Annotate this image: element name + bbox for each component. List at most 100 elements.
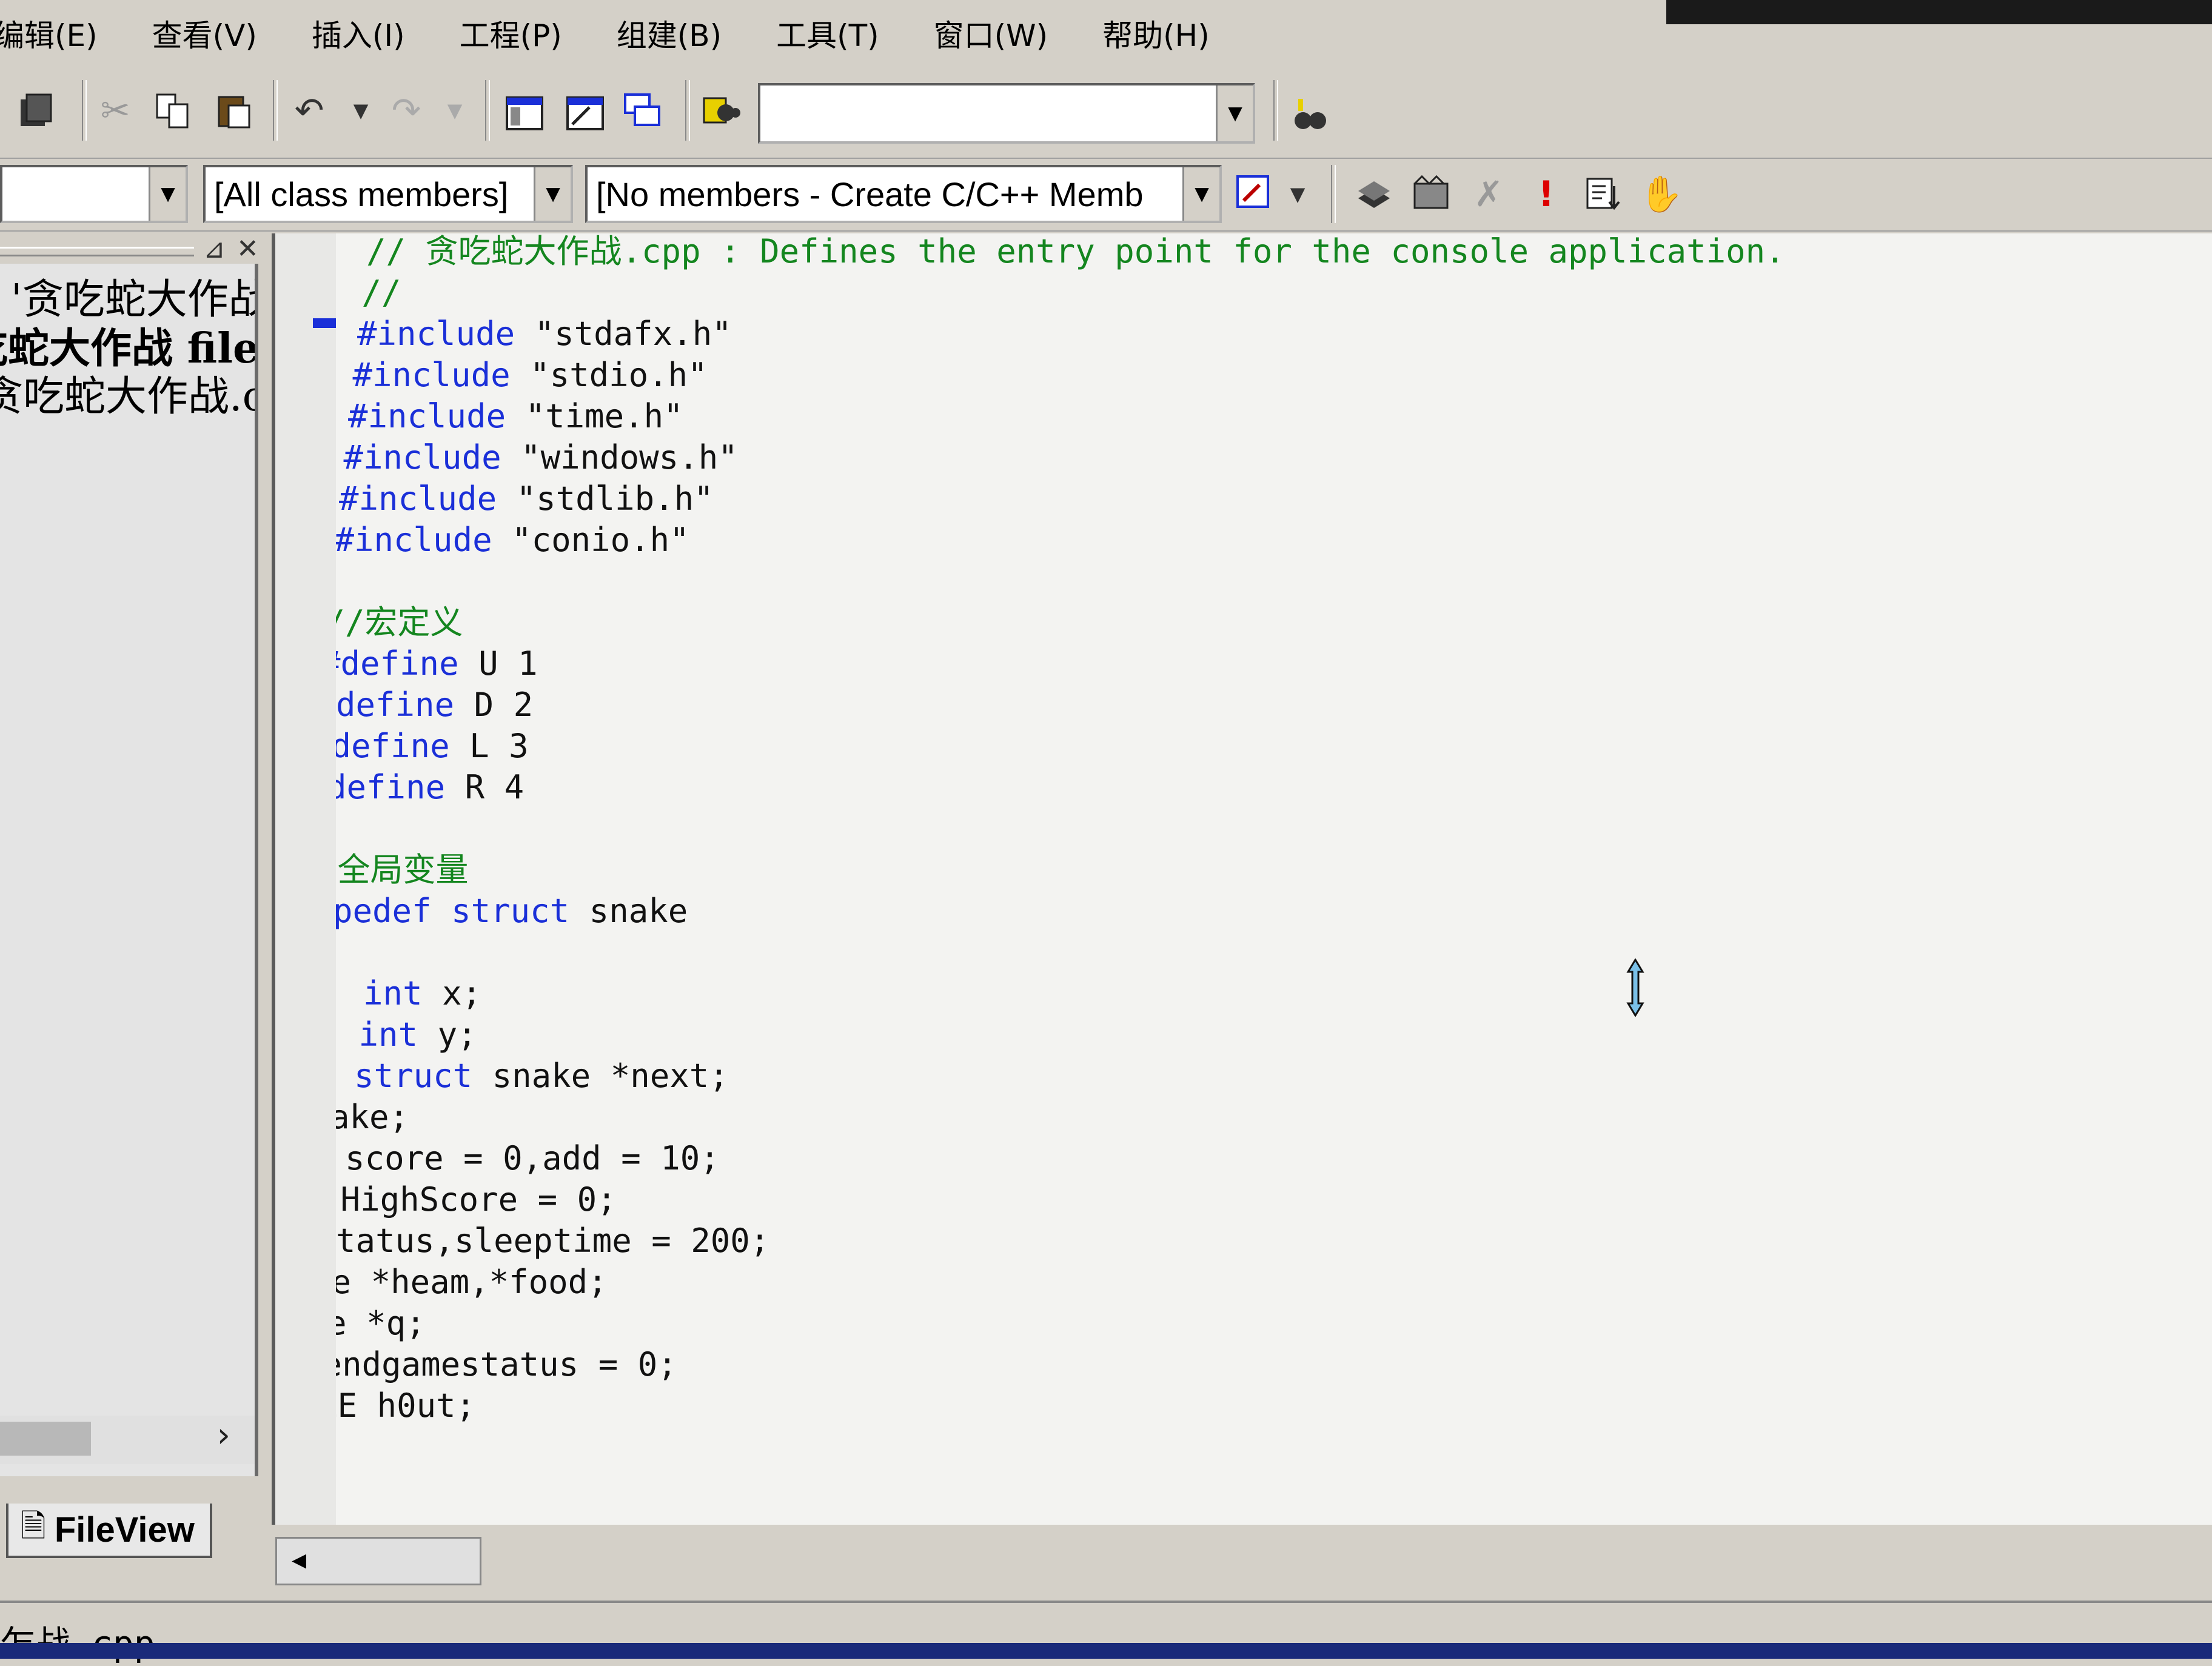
chevron-right-icon[interactable]: › [217,1416,230,1455]
find-icon[interactable] [1285,92,1334,141]
toolbar-separator [1273,80,1278,141]
code-line[interactable]: // [362,275,401,311]
code-text: snake *heam,*food; [336,1263,608,1301]
code-text: L 3 [449,727,529,765]
toolbar-separator [485,80,490,141]
copy-icon[interactable] [149,86,197,135]
scroll-thumb[interactable] [0,1422,91,1456]
bookmark-marker-icon [313,318,336,328]
close-icon[interactable]: ✕ [236,233,259,264]
menu-edit[interactable]: 编辑(E) [0,12,98,55]
code-line[interactable]: #define L 3 [336,728,529,764]
tree-item-cpp-file[interactable]: 贪吃蛇大作战.cpp [0,373,255,421]
chevron-down-icon[interactable]: ▼ [1182,167,1219,221]
members-filter-combo[interactable]: [All class members] ▼ [203,165,573,223]
code-area[interactable]: // 贪吃蛇大作战.cpp : Defines the entry point … [336,233,2212,1464]
code-line[interactable]: int x; [336,975,481,1012]
wizard-bar: ▼ [All class members] ▼ [No members - Cr… [0,159,2212,232]
members-combo[interactable]: [No members - Create C/C++ Memb ▼ [585,165,1222,223]
undo-icon[interactable]: ↶ [285,86,333,135]
tree-item-project[interactable]: '贪吃蛇大作战 [0,276,255,324]
tree-item-source-files[interactable]: 吃蛇大作战 files [0,324,255,373]
code-line[interactable]: #include "stdlib.h" [339,481,714,517]
code-text: "windows.h" [501,438,738,477]
code-line[interactable]: #include "time.h" [348,398,683,435]
code-text: x; [422,974,482,1012]
code-line[interactable]: // 贪吃蛇大作战.cpp : Defines the entry point … [366,233,1785,270]
output-icon[interactable] [561,89,609,138]
save-all-icon[interactable] [12,86,61,135]
code-line[interactable]: int y; [336,1017,477,1053]
code-line[interactable]: int HighScore = 0; [336,1182,617,1218]
menu-view[interactable]: 查看(V) [152,12,257,55]
wizard-dropdown-icon[interactable]: ▼ [1273,170,1322,218]
find-combo[interactable]: ▼ [758,83,1255,144]
tree-horizontal-scrollbar[interactable]: › [0,1416,255,1464]
workspace-icon[interactable] [500,89,549,138]
code-line[interactable]: //宏定义 [336,604,463,641]
editor-gutter[interactable] [275,233,336,1525]
menu-build[interactable]: 组建(B) [617,12,722,55]
code-line[interactable]: int score = 0,add = 10; [336,1140,720,1177]
chevron-left-icon[interactable]: ◂ [292,1542,306,1576]
menu-window[interactable]: 窗口(W) [934,12,1048,55]
tab-fileview[interactable]: 🗎 FileView [6,1504,212,1558]
redo-icon[interactable]: ↷ [382,86,431,135]
chevron-down-icon[interactable]: ▼ [1216,85,1253,141]
chevron-down-icon[interactable]: ▼ [534,167,571,221]
windows-list-icon[interactable] [618,86,667,135]
code-text: "conio.h" [492,521,689,559]
workspace-panel: ⊿ ✕ '贪吃蛇大作战 吃蛇大作战 files 贪吃蛇大作战.cpp › 🗎 F… [0,233,267,1558]
menu-help[interactable]: 帮助(H) [1102,12,1210,55]
standard-toolbar: ✂ ↶ ▼ ↷ ▼ ▼ [0,68,2212,159]
code-text: U 1 [458,644,538,683]
code-line[interactable]: snake *q; [336,1305,426,1342]
tab-fileview-label: FileView [54,1510,195,1550]
class-combo[interactable]: ▼ [0,165,188,223]
panel-grip[interactable] [0,247,194,256]
code-line[interactable]: HANDLE h0ut; [336,1388,475,1424]
paste-icon[interactable] [209,86,258,135]
undo-dropdown-icon[interactable]: ▼ [337,86,385,135]
code-line[interactable]: #define U 1 [336,646,538,682]
wizard-action-icon[interactable] [1231,170,1279,218]
code-text: }snake; [336,1098,409,1136]
code-line[interactable]: intstatus,sleeptime = 200; [336,1223,769,1259]
find-in-files-icon[interactable] [697,86,746,135]
editor-horizontal-scrollbar[interactable]: ◂ [275,1537,481,1585]
stop-build-icon[interactable]: ✗ [1464,170,1513,218]
code-editor[interactable]: // 贪吃蛇大作战.cpp : Defines the entry point … [272,233,2212,1585]
code-line[interactable]: #include "stdio.h" [353,357,708,393]
code-line[interactable]: snake *heam,*food; [336,1264,608,1300]
code-comment: // 贪吃蛇大作战.cpp : Defines the entry point … [366,233,1785,270]
execute-icon[interactable]: ! [1522,170,1570,218]
code-line[interactable]: }snake; [336,1099,409,1136]
menu-insert[interactable]: 插入(I) [312,12,405,55]
code-line[interactable]: typedef struct snake [336,893,688,929]
code-line[interactable]: //全局变量 [336,852,469,888]
toolbar-separator [273,80,278,141]
code-line[interactable]: int endgamestatus = 0; [336,1347,677,1383]
panel-dock-icon[interactable]: ⊿ [203,233,226,264]
redo-dropdown-icon[interactable]: ▼ [431,86,479,135]
members-combo-value: [No members - Create C/C++ Memb [596,175,1144,213]
compile-icon[interactable] [1349,170,1398,218]
code-line[interactable]: #include "stdafx.h" [357,316,732,352]
menu-project[interactable]: 工程(P) [460,12,562,55]
build-icon[interactable] [1407,170,1455,218]
go-icon[interactable] [1580,170,1628,218]
code-line[interactable]: #include "windows.h" [344,440,738,476]
code-line[interactable]: #define R 4 [336,769,524,806]
code-keyword: int [363,974,423,1012]
chevron-down-icon[interactable]: ▼ [149,167,186,221]
breakpoint-icon[interactable]: ✋ [1637,170,1686,218]
code-line[interactable]: struct snake *next; [336,1058,729,1094]
code-comment: // [361,273,401,312]
code-line[interactable]: #define D 2 [336,687,533,723]
cut-icon[interactable]: ✂ [91,86,139,135]
code-keyword: #include [339,480,497,518]
menu-tools[interactable]: 工具(T) [776,12,879,55]
code-line[interactable]: #include "conio.h" [336,522,689,558]
code-text: HighScore = 0; [336,1180,617,1219]
